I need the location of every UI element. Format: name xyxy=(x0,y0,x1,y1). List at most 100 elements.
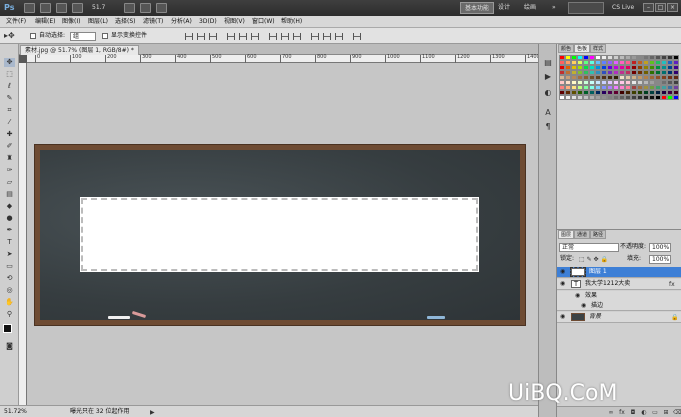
align-left-icon[interactable] xyxy=(227,33,235,40)
move-tool-preset-icon[interactable]: ▸✥ xyxy=(4,31,18,41)
screen-mode-icon[interactable] xyxy=(156,3,167,13)
horizontal-ruler[interactable]: 0 100 200 300 400 500 600 700 800 900 1000 1100 1200… xyxy=(27,54,540,63)
cs-live-button[interactable]: CS Live xyxy=(612,2,640,14)
layer-row-text[interactable]: ◉ T 我大学1212大卖 fx xyxy=(557,279,681,290)
path-selection-tool-icon[interactable]: ➤ xyxy=(4,250,15,259)
tab-color[interactable]: 颜色 xyxy=(558,44,575,53)
show-transform-checkbox[interactable] xyxy=(102,33,108,41)
menu-select[interactable]: 选择(S) xyxy=(112,17,139,27)
menu-image[interactable]: 图像(I) xyxy=(59,17,83,27)
brush-tool-icon[interactable]: ✐ xyxy=(4,142,15,151)
distribute-top-icon[interactable] xyxy=(269,33,277,40)
workspace-essentials[interactable]: 基本功能 xyxy=(460,2,495,14)
minimize-button[interactable]: – xyxy=(643,3,654,12)
eraser-tool-icon[interactable]: ▱ xyxy=(4,178,15,187)
opacity-field[interactable]: 100% xyxy=(649,243,671,252)
paragraph-panel-icon[interactable]: ¶ xyxy=(543,122,553,132)
trash-icon[interactable]: ⌫ xyxy=(673,409,681,417)
adjustment-layer-icon[interactable]: ◐ xyxy=(640,409,648,417)
auto-align-icon[interactable] xyxy=(353,33,361,40)
maximize-button[interactable]: □ xyxy=(655,3,666,12)
3d-rotate-tool-icon[interactable]: ⟲ xyxy=(4,274,15,283)
search-field[interactable] xyxy=(568,2,604,14)
zoom-tool-icon[interactable]: ⚲ xyxy=(4,310,15,319)
align-bottom-icon[interactable] xyxy=(209,33,217,40)
hand-tool-icon[interactable]: ✋ xyxy=(4,298,15,307)
workspace-more-icon[interactable]: » xyxy=(552,4,556,11)
visibility-eye-icon[interactable]: ◉ xyxy=(560,281,566,287)
visibility-eye-icon[interactable]: ◉ xyxy=(560,314,566,320)
menu-layer[interactable]: 图层(L) xyxy=(85,17,111,27)
lock-icons[interactable]: ⬚ ✎ ✥ 🔒 xyxy=(579,256,608,263)
tab-paths[interactable]: 路径 xyxy=(590,230,607,239)
add-mask-icon[interactable]: ◘ xyxy=(629,409,637,417)
tab-swatches[interactable]: 色板 xyxy=(574,44,591,53)
new-group-icon[interactable]: ▭ xyxy=(651,409,659,417)
fx-icon[interactable]: fx xyxy=(669,281,675,288)
distribute-hcenter-icon[interactable] xyxy=(323,33,331,40)
quick-select-tool-icon[interactable]: ✎ xyxy=(4,94,15,103)
zoom-level-field[interactable]: 51.7 xyxy=(92,3,118,13)
auto-select-checkbox[interactable] xyxy=(30,33,36,41)
blend-mode-dropdown[interactable]: 正常 xyxy=(559,243,619,252)
character-panel-icon[interactable]: A xyxy=(543,108,553,118)
arrange-documents-icon[interactable] xyxy=(140,3,151,13)
add-style-icon[interactable]: fx xyxy=(618,409,626,417)
menu-file[interactable]: 文件(F) xyxy=(3,17,29,27)
tab-channels[interactable]: 通道 xyxy=(574,230,591,239)
crop-tool-icon[interactable]: ⌗ xyxy=(4,106,15,115)
healing-brush-tool-icon[interactable]: ✚ xyxy=(4,130,15,139)
distribute-left-icon[interactable] xyxy=(311,33,319,40)
status-arrow-icon[interactable]: ▶ xyxy=(150,409,155,416)
link-layers-icon[interactable]: ∞ xyxy=(607,409,615,417)
tab-styles[interactable]: 样式 xyxy=(590,44,607,53)
color-swatch[interactable] xyxy=(673,95,679,100)
clone-stamp-tool-icon[interactable]: ♜ xyxy=(4,154,15,163)
blur-tool-icon[interactable]: ◆ xyxy=(4,202,15,211)
vertical-ruler[interactable] xyxy=(19,63,27,405)
lasso-tool-icon[interactable]: ℓ xyxy=(4,82,15,91)
distribute-right-icon[interactable] xyxy=(335,33,343,40)
actions-panel-icon[interactable]: ▶ xyxy=(543,72,553,82)
effects-eye-icon[interactable]: ◉ xyxy=(575,293,581,299)
align-vcenter-icon[interactable] xyxy=(197,33,205,40)
history-panel-icon[interactable]: ▤ xyxy=(543,58,553,68)
hand-tool-icon[interactable] xyxy=(124,3,135,13)
menu-3d[interactable]: 3D(D) xyxy=(196,17,220,27)
type-tool-icon[interactable]: T xyxy=(4,238,15,247)
3d-camera-tool-icon[interactable]: ◎ xyxy=(4,286,15,295)
pen-tool-icon[interactable]: ✒ xyxy=(4,226,15,235)
adjustments-panel-icon[interactable]: ◐ xyxy=(543,88,553,98)
status-zoom[interactable]: 51.72% xyxy=(4,407,27,417)
workspace-design[interactable]: 设计 xyxy=(494,2,514,14)
shape-tool-icon[interactable]: ▭ xyxy=(4,262,15,271)
menu-help[interactable]: 帮助(H) xyxy=(278,17,305,27)
distribute-bottom-icon[interactable] xyxy=(293,33,301,40)
eyedropper-tool-icon[interactable]: ⁄ xyxy=(4,118,15,127)
zoom-level-icon[interactable] xyxy=(72,3,83,13)
align-right-icon[interactable] xyxy=(251,33,259,40)
effects-row[interactable]: ◉ 效果 xyxy=(557,291,681,301)
view-extras-icon[interactable] xyxy=(56,3,67,13)
menu-window[interactable]: 窗口(W) xyxy=(249,17,278,27)
fill-field[interactable]: 100% xyxy=(649,255,671,264)
visibility-eye-icon[interactable]: ◉ xyxy=(560,269,566,275)
menu-filter[interactable]: 滤镜(T) xyxy=(140,17,166,27)
gradient-tool-icon[interactable]: ▤ xyxy=(4,190,15,199)
menu-view[interactable]: 视图(V) xyxy=(221,17,248,27)
workspace-painting[interactable]: 绘画 xyxy=(520,2,540,14)
history-brush-tool-icon[interactable]: ✑ xyxy=(4,166,15,175)
mini-bridge-icon[interactable] xyxy=(40,3,51,13)
canvas-area[interactable] xyxy=(27,63,538,405)
close-button[interactable]: × xyxy=(667,3,678,12)
new-layer-icon[interactable]: ⊞ xyxy=(662,409,670,417)
dodge-tool-icon[interactable]: ● xyxy=(4,214,15,223)
stroke-effect-row[interactable]: ◉ 描边 xyxy=(557,301,681,311)
align-top-icon[interactable] xyxy=(185,33,193,40)
move-tool-icon[interactable]: ✥ xyxy=(4,58,15,67)
menu-analysis[interactable]: 分析(A) xyxy=(168,17,195,27)
layer-row-paper[interactable]: ◉ 图层 1 xyxy=(557,267,681,278)
foreground-color-swatch[interactable] xyxy=(3,324,12,333)
distribute-vcenter-icon[interactable] xyxy=(281,33,289,40)
tab-layers[interactable]: 图层 xyxy=(558,230,575,239)
